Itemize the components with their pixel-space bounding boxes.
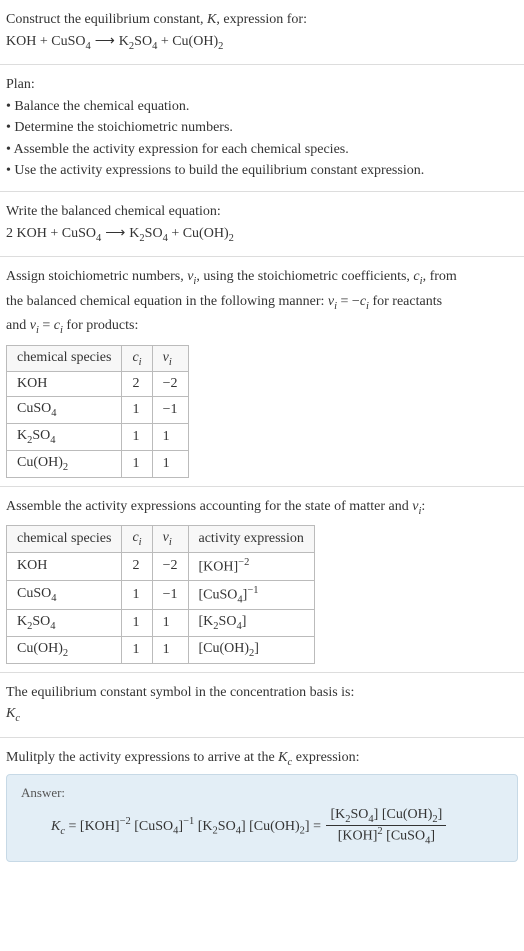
stoich-intro: and νi = ci for products: xyxy=(6,316,518,338)
cell-c: 2 xyxy=(122,372,152,397)
balanced-equation: 2 KOH + CuSO4⟶K2SO4 + Cu(OH)2 xyxy=(6,224,518,246)
answer-label: Answer: xyxy=(21,785,503,801)
plan-item: • Determine the stoichiometric numbers. xyxy=(6,118,518,138)
cell-species: KOH xyxy=(7,553,122,581)
cell-c: 1 xyxy=(122,450,152,477)
table-row: CuSO4 1 −1 xyxy=(7,397,189,424)
balanced-section: Write the balanced chemical equation: 2 … xyxy=(0,192,524,257)
cell-species: K2SO4 xyxy=(7,610,122,637)
col-ci: ci xyxy=(122,345,152,372)
cell-c: 2 xyxy=(122,553,152,581)
symbol-line2: Kc xyxy=(6,704,518,726)
col-expr: activity expression xyxy=(188,526,314,553)
plan-item: • Balance the chemical equation. xyxy=(6,97,518,117)
symbol-section: The equilibrium constant symbol in the c… xyxy=(0,673,524,738)
table-row: Cu(OH)2 1 1 [Cu(OH)2] xyxy=(7,636,315,663)
cell-species: CuSO4 xyxy=(7,580,122,609)
prompt-equation: KOH + CuSO4⟶K2SO4 + Cu(OH)2 xyxy=(6,32,518,54)
cell-v: −1 xyxy=(152,397,188,424)
cell-species: CuSO4 xyxy=(7,397,122,424)
activity-title: Assemble the activity expressions accoun… xyxy=(6,497,518,519)
table-row: KOH 2 −2 xyxy=(7,372,189,397)
activity-table: chemical species ci νi activity expressi… xyxy=(6,525,315,664)
plan-item: • Use the activity expressions to build … xyxy=(6,161,518,181)
cell-species: K2SO4 xyxy=(7,424,122,451)
col-species: chemical species xyxy=(7,526,122,553)
cell-species: Cu(OH)2 xyxy=(7,636,122,663)
multiply-title: Mulitply the activity expressions to arr… xyxy=(6,748,518,770)
activity-section: Assemble the activity expressions accoun… xyxy=(0,487,524,673)
cell-c: 1 xyxy=(122,397,152,424)
cell-c: 1 xyxy=(122,424,152,451)
cell-expr: [Cu(OH)2] xyxy=(188,636,314,663)
stoich-intro: Assign stoichiometric numbers, νi, using… xyxy=(6,267,518,289)
cell-v: 1 xyxy=(152,610,188,637)
cell-c: 1 xyxy=(122,580,152,609)
multiply-section: Mulitply the activity expressions to arr… xyxy=(0,738,524,870)
table-row: K2SO4 1 1 xyxy=(7,424,189,451)
stoich-table: chemical species ci νi KOH 2 −2 CuSO4 1 … xyxy=(6,345,189,478)
table-row: K2SO4 1 1 [K2SO4] xyxy=(7,610,315,637)
stoich-section: Assign stoichiometric numbers, νi, using… xyxy=(0,257,524,487)
table-row: Cu(OH)2 1 1 xyxy=(7,450,189,477)
symbol-line1: The equilibrium constant symbol in the c… xyxy=(6,683,518,703)
cell-expr: [CuSO4]−1 xyxy=(188,580,314,609)
stoich-intro: the balanced chemical equation in the fo… xyxy=(6,292,518,314)
answer-formula: Kc = [KOH]−2 [CuSO4]−1 [K2SO4] [Cu(OH)2]… xyxy=(21,807,503,846)
table-row: KOH 2 −2 [KOH]−2 xyxy=(7,553,315,581)
plan-section: Plan: • Balance the chemical equation. •… xyxy=(0,65,524,192)
table-header-row: chemical species ci νi activity expressi… xyxy=(7,526,315,553)
cell-v: −2 xyxy=(152,372,188,397)
cell-species: Cu(OH)2 xyxy=(7,450,122,477)
cell-expr: [K2SO4] xyxy=(188,610,314,637)
col-species: chemical species xyxy=(7,345,122,372)
cell-c: 1 xyxy=(122,610,152,637)
table-row: CuSO4 1 −1 [CuSO4]−1 xyxy=(7,580,315,609)
cell-c: 1 xyxy=(122,636,152,663)
col-vi: νi xyxy=(152,345,188,372)
plan-item: • Assemble the activity expression for e… xyxy=(6,140,518,160)
cell-v: 1 xyxy=(152,424,188,451)
balanced-title: Write the balanced chemical equation: xyxy=(6,202,518,222)
cell-v: 1 xyxy=(152,636,188,663)
prompt-title: Construct the equilibrium constant, K, e… xyxy=(6,10,518,30)
plan-title: Plan: xyxy=(6,75,518,95)
col-ci: ci xyxy=(122,526,152,553)
answer-box: Answer: Kc = [KOH]−2 [CuSO4]−1 [K2SO4] [… xyxy=(6,774,518,861)
cell-expr: [KOH]−2 xyxy=(188,553,314,581)
table-header-row: chemical species ci νi xyxy=(7,345,189,372)
col-vi: νi xyxy=(152,526,188,553)
cell-species: KOH xyxy=(7,372,122,397)
cell-v: −1 xyxy=(152,580,188,609)
cell-v: 1 xyxy=(152,450,188,477)
cell-v: −2 xyxy=(152,553,188,581)
prompt-section: Construct the equilibrium constant, K, e… xyxy=(0,0,524,65)
